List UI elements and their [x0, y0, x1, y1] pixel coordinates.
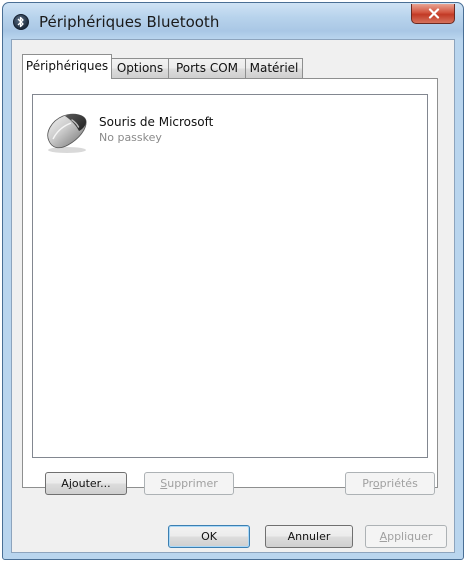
bluetooth-devices-window: Périphériques Bluetooth Périphériques Op… — [2, 2, 464, 560]
apply-button[interactable]: Appliquer — [365, 525, 447, 548]
device-status: No passkey — [99, 131, 162, 144]
bluetooth-icon — [13, 14, 29, 30]
remove-button[interactable]: Supprimer — [144, 472, 234, 495]
mouse-icon — [47, 113, 87, 153]
list-item-device[interactable]: Souris de Microsoft No passkey — [41, 111, 341, 161]
device-list[interactable]: Souris de Microsoft No passkey — [32, 94, 428, 458]
close-icon — [428, 8, 440, 19]
tab-peripheriques[interactable]: Périphériques — [22, 54, 112, 79]
tab-options[interactable]: Options — [111, 58, 169, 78]
tab-ports-com[interactable]: Ports COM — [168, 58, 246, 78]
cancel-button[interactable]: Annuler — [265, 525, 353, 548]
tab-materiel[interactable]: Matériel — [245, 58, 303, 78]
dialog-client-area: Périphériques Options Ports COM Matériel — [11, 39, 455, 553]
window-title: Périphériques Bluetooth — [39, 13, 220, 31]
properties-button[interactable]: Propriétés — [345, 472, 435, 495]
title-bar[interactable]: Périphériques Bluetooth — [3, 3, 463, 39]
device-name: Souris de Microsoft — [99, 115, 214, 129]
close-button[interactable] — [411, 4, 455, 24]
ok-button[interactable]: OK — [168, 525, 250, 548]
add-button[interactable]: Ajouter... — [45, 472, 127, 495]
